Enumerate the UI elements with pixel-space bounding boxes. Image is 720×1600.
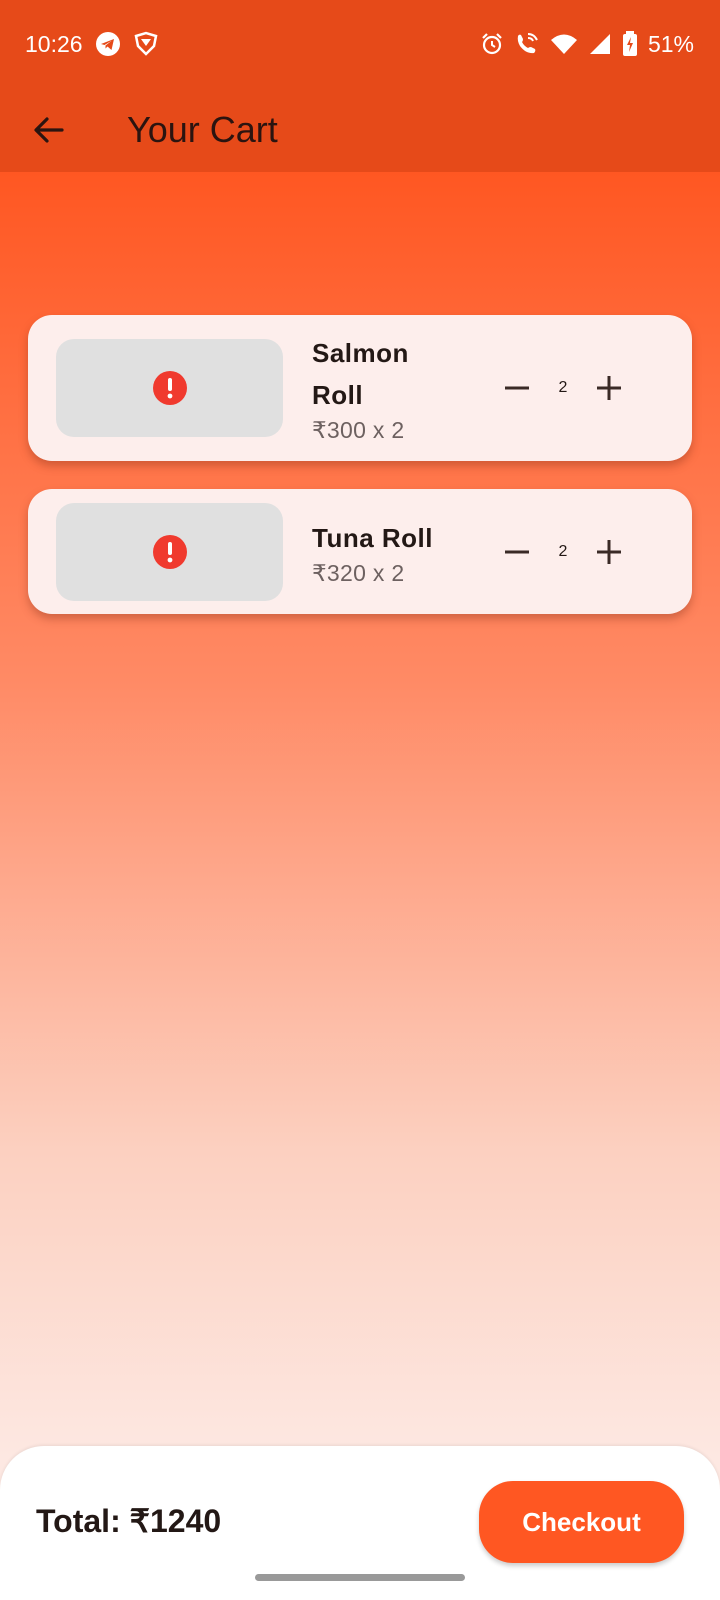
- quantity-stepper: 2: [494, 529, 632, 575]
- status-time: 10:26: [25, 30, 83, 57]
- checkout-button[interactable]: Checkout: [479, 1481, 684, 1563]
- battery-percent: 51%: [647, 30, 694, 57]
- total-amount: Total: ₹1240: [36, 1503, 222, 1539]
- cart-item: Salmon Roll ₹300 x 2 2: [28, 315, 692, 461]
- item-name: Salmon Roll: [312, 338, 409, 410]
- item-info: Tuna Roll ₹320 x 2: [312, 517, 472, 587]
- error-icon: [152, 371, 187, 405]
- home-indicator[interactable]: [255, 1574, 465, 1581]
- quantity-value: 2: [558, 379, 568, 396]
- status-bar: 10:26 51%: [0, 0, 720, 88]
- back-button[interactable]: [21, 102, 77, 158]
- increase-button[interactable]: [586, 529, 632, 575]
- signal-icon: [588, 32, 612, 56]
- minus-icon: [505, 386, 529, 390]
- quantity-value: 2: [558, 542, 568, 560]
- checkout-bar: Total: ₹1240 Checkout: [0, 1446, 720, 1600]
- plus-icon: [597, 539, 621, 564]
- plus-icon: [597, 376, 621, 400]
- status-left: 10:26: [25, 31, 159, 58]
- item-image-placeholder: [56, 339, 283, 437]
- increase-button[interactable]: [586, 365, 632, 411]
- item-image-placeholder: [56, 502, 283, 601]
- wifi-icon: [550, 32, 578, 56]
- battery-charging-icon: [622, 31, 638, 57]
- vpn-shield-icon: [133, 31, 159, 57]
- alarm-icon: [480, 32, 504, 56]
- item-info: Salmon Roll ₹300 x 2: [312, 332, 472, 444]
- quantity-stepper: 2: [494, 365, 632, 411]
- app-bar: Your Cart: [0, 88, 720, 172]
- telegram-icon: [95, 31, 121, 57]
- item-price: ₹320 x 2: [312, 559, 405, 586]
- wifi-calling-icon: [514, 31, 540, 57]
- decrease-button[interactable]: [494, 365, 540, 411]
- cart-list: Salmon Roll ₹300 x 2 2 Tuna Roll ₹320 x …: [28, 315, 692, 642]
- cart-item: Tuna Roll ₹320 x 2 2: [28, 489, 692, 614]
- page-title: Your Cart: [127, 109, 278, 150]
- decrease-button[interactable]: [494, 529, 540, 575]
- minus-icon: [505, 550, 529, 553]
- error-icon: [152, 534, 187, 569]
- item-price: ₹300 x 2: [312, 417, 405, 443]
- item-name: Tuna Roll: [312, 522, 434, 553]
- arrow-back-icon: [34, 117, 64, 143]
- status-right: 51%: [480, 31, 694, 58]
